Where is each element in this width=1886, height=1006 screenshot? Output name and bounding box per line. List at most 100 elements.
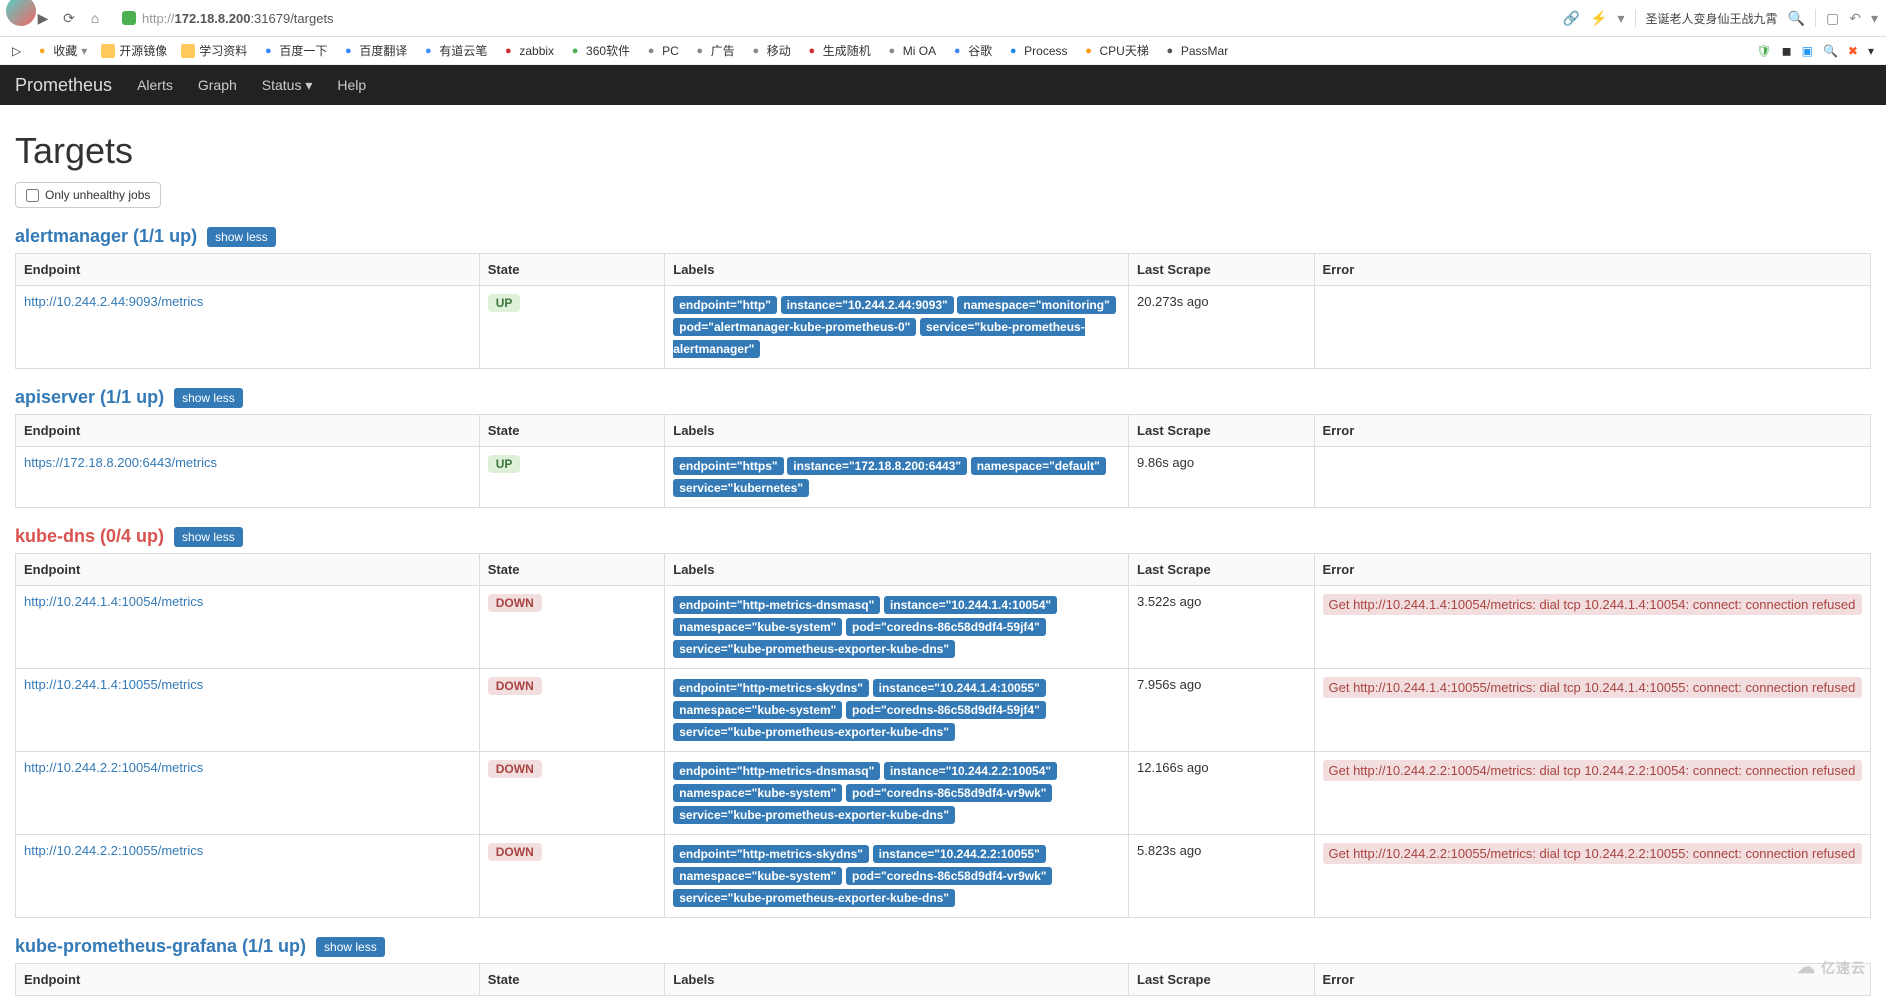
home-icon[interactable]: ⌂ <box>86 10 104 26</box>
error-message: Get http://10.244.1.4:10054/metrics: dia… <box>1323 594 1863 615</box>
th-error: Error <box>1314 554 1871 586</box>
bookmark-item[interactable]: ●百度一下 <box>261 42 327 59</box>
ext-x-icon[interactable]: ✖ <box>1848 44 1858 58</box>
undo-icon[interactable]: ↶ <box>1849 10 1861 27</box>
endpoint-link[interactable]: http://10.244.1.4:10055/metrics <box>24 677 203 692</box>
th-state: State <box>479 415 665 447</box>
dropdown-icon[interactable]: ▾ <box>1871 10 1878 27</box>
address-bar[interactable]: http://172.18.8.200:31679/targets <box>122 11 334 26</box>
ext-shield-icon[interactable]: 🛡 <box>1756 44 1771 58</box>
label-pill: pod="coredns-86c58d9df4-59jf4" <box>846 701 1046 719</box>
bookmark-label: 百度翻译 <box>359 42 407 59</box>
bookmark-label: zabbix <box>519 44 554 58</box>
watermark: ☁ 亿速云 <box>1797 957 1866 978</box>
label-pill: namespace="kube-system" <box>673 618 842 636</box>
brand[interactable]: Prometheus <box>15 75 112 96</box>
share-icon[interactable]: 🔗 <box>1563 10 1580 27</box>
search-suggestion[interactable]: 圣诞老人变身仙王战九霄 <box>1635 10 1778 27</box>
th-scrape: Last Scrape <box>1129 964 1315 996</box>
label-pill: namespace="monitoring" <box>957 296 1115 314</box>
last-scrape: 5.823s ago <box>1129 835 1315 918</box>
bookmark-icon: ● <box>1082 44 1096 58</box>
label-pill: namespace="kube-system" <box>673 701 842 719</box>
only-unhealthy-toggle[interactable]: Only unhealthy jobs <box>15 182 161 208</box>
label-pill: instance="10.244.2.2:10055" <box>873 845 1046 863</box>
bookmark-item[interactable]: ●Process <box>1006 44 1067 58</box>
bookmark-icon: ● <box>885 44 899 58</box>
panel-icon[interactable]: ▢ <box>1826 10 1839 27</box>
forward-icon[interactable]: ▶ <box>34 10 52 27</box>
endpoint-link[interactable]: http://10.244.1.4:10054/metrics <box>24 594 203 609</box>
label-pill: instance="172.18.8.200:6443" <box>787 457 967 475</box>
bookmark-more-icon[interactable]: ▷ <box>12 44 21 58</box>
job-name-link[interactable]: kube-prometheus-grafana (1/1 up) <box>15 936 306 957</box>
th-error: Error <box>1314 254 1871 286</box>
nav-graph[interactable]: Graph <box>198 77 237 93</box>
bookmark-icon: ● <box>1163 44 1177 58</box>
ext-search-icon[interactable]: 🔍 <box>1823 44 1838 58</box>
job-header: kube-dns (0/4 up) show less <box>15 526 1871 547</box>
th-endpoint: Endpoint <box>16 415 480 447</box>
bookmark-icon: ● <box>805 44 819 58</box>
bookmark-item[interactable]: ●PassMar <box>1163 44 1228 58</box>
th-error: Error <box>1314 964 1871 996</box>
label-pill: endpoint="http" <box>673 296 777 314</box>
bookmark-item[interactable]: ●zabbix <box>501 44 554 58</box>
job-name-link[interactable]: alertmanager (1/1 up) <box>15 226 197 247</box>
nav-status[interactable]: Status ▾ <box>262 77 313 94</box>
job-header: kube-prometheus-grafana (1/1 up) show les… <box>15 936 1871 957</box>
last-scrape: 20.273s ago <box>1129 286 1315 369</box>
ext-blue-icon[interactable]: ▣ <box>1802 44 1813 58</box>
show-less-button[interactable]: show less <box>316 937 385 957</box>
bookmark-label: Mi OA <box>903 44 936 58</box>
bookmark-item[interactable]: ● Mi OA <box>885 44 936 58</box>
label-pill: endpoint="http-metrics-dnsmasq" <box>673 762 880 780</box>
show-less-button[interactable]: show less <box>174 527 243 547</box>
bookmark-item[interactable]: 开源镜像 <box>101 42 167 59</box>
bookmark-icon: ● <box>693 44 707 58</box>
th-state: State <box>479 964 665 996</box>
bookmark-item[interactable]: 学习资料 <box>181 42 247 59</box>
bookmark-item[interactable]: ●生成随机 <box>805 42 871 59</box>
bookmark-item[interactable]: ●有道云笔 <box>421 42 487 59</box>
error-message: Get http://10.244.2.2:10054/metrics: dia… <box>1323 760 1863 781</box>
bookmark-icon: ● <box>950 44 964 58</box>
page-title: Targets <box>15 130 1871 172</box>
bookmark-label: 百度一下 <box>279 42 327 59</box>
endpoint-link[interactable]: http://10.244.2.44:9093/metrics <box>24 294 203 309</box>
label-pill: namespace="kube-system" <box>673 867 842 885</box>
bookmark-icon: ● <box>749 44 763 58</box>
show-less-button[interactable]: show less <box>207 227 276 247</box>
bolt-icon[interactable]: ⚡ <box>1590 10 1607 27</box>
nav-alerts[interactable]: Alerts <box>137 77 173 93</box>
search-icon[interactable]: 🔍 <box>1788 10 1805 27</box>
bookmark-item[interactable]: ●CPU天梯 <box>1082 42 1149 59</box>
bookmark-label: 有道云笔 <box>439 42 487 59</box>
endpoint-link[interactable]: http://10.244.2.2:10055/metrics <box>24 843 203 858</box>
bookmark-item[interactable]: ● 谷歌 <box>950 42 992 59</box>
job-name-link[interactable]: apiserver (1/1 up) <box>15 387 164 408</box>
bookmark-item[interactable]: ●广告 <box>693 42 735 59</box>
nav-help[interactable]: Help <box>337 77 366 93</box>
only-unhealthy-checkbox[interactable] <box>26 189 39 202</box>
last-scrape: 7.956s ago <box>1129 669 1315 752</box>
bookmark-item[interactable]: ●移动 <box>749 42 791 59</box>
ext-dark-icon[interactable]: ◼ <box>1782 44 1792 58</box>
endpoint-link[interactable]: http://10.244.2.2:10054/metrics <box>24 760 203 775</box>
bookmark-icon: ● <box>1006 44 1020 58</box>
job-name-link[interactable]: kube-dns (0/4 up) <box>15 526 164 547</box>
show-less-button[interactable]: show less <box>174 388 243 408</box>
endpoint-link[interactable]: https://172.18.8.200:6443/metrics <box>24 455 217 470</box>
bookmark-item[interactable]: ●360软件 <box>568 42 630 59</box>
th-state: State <box>479 254 665 286</box>
bookmark-item[interactable]: ●收藏 ▾ <box>35 42 87 59</box>
bookmark-item[interactable]: ●PC <box>644 44 679 58</box>
bookmark-label: 谷歌 <box>968 42 992 59</box>
dropdown-icon[interactable]: ▾ <box>1618 10 1625 27</box>
ext-menu-icon[interactable]: ▾ <box>1868 44 1874 58</box>
reload-icon[interactable]: ⟳ <box>60 10 78 27</box>
th-state: State <box>479 554 665 586</box>
bookmark-item[interactable]: ●百度翻译 <box>341 42 407 59</box>
label-pill: service="kube-prometheus-exporter-kube-d… <box>673 889 955 907</box>
th-labels: Labels <box>665 554 1129 586</box>
